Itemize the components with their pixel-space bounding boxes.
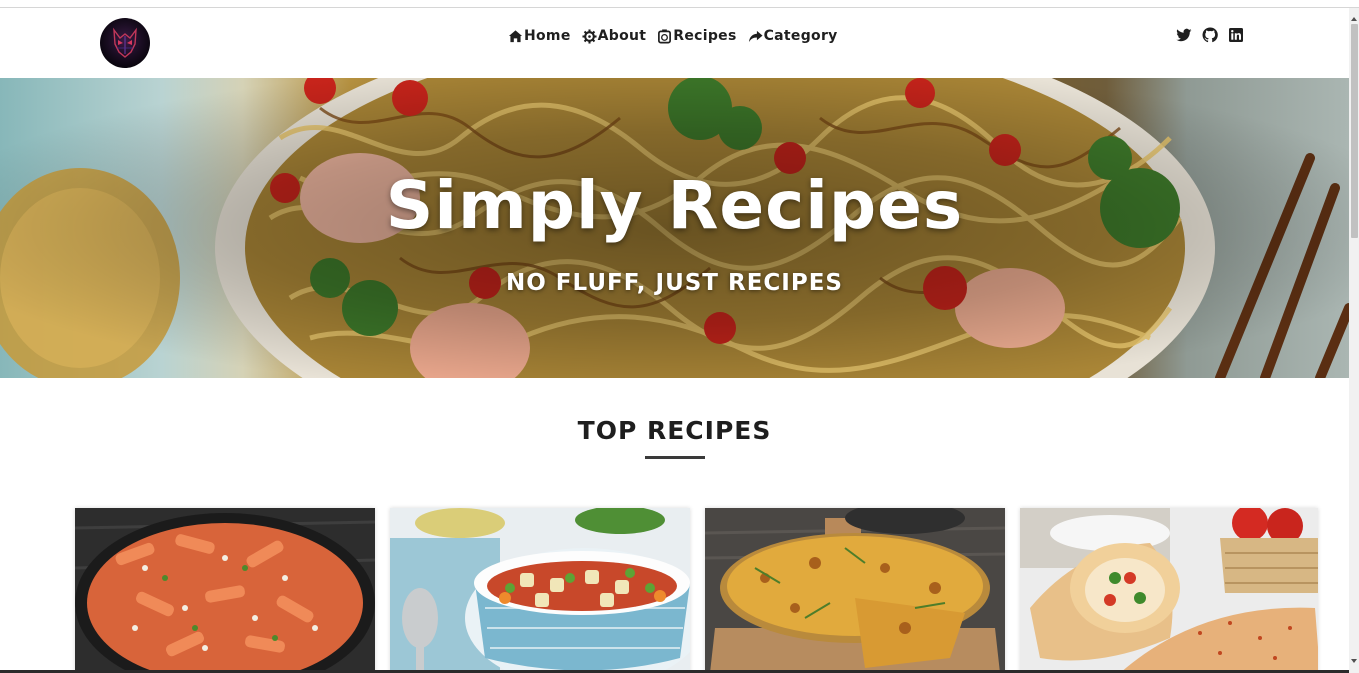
nav-home-label: Home xyxy=(524,28,571,44)
linkedin-icon xyxy=(1229,28,1243,42)
share-arrow-icon xyxy=(748,30,763,42)
linkedin-link[interactable] xyxy=(1228,27,1244,43)
vegetable-soup-image xyxy=(390,508,690,673)
scrollbar-thumb[interactable] xyxy=(1351,24,1358,238)
browser-top-edge xyxy=(0,0,1359,8)
scroll-down-arrow-icon[interactable] xyxy=(1349,656,1359,666)
recipe-card-soup[interactable] xyxy=(390,508,690,673)
top-recipes-heading: TOP RECIPES xyxy=(577,416,772,445)
wolf-logo-icon xyxy=(113,27,137,58)
hero-subtitle: NO FLUFF, JUST RECIPES xyxy=(506,270,843,296)
home-icon xyxy=(508,29,523,42)
recipe-card-frittata[interactable] xyxy=(705,508,1005,673)
frittata-image xyxy=(705,508,1005,673)
wrap-image xyxy=(1020,508,1318,673)
scroll-up-arrow-icon[interactable] xyxy=(1349,14,1359,24)
nav-recipes-label: Recipes xyxy=(673,28,737,44)
nav-home-link[interactable]: Home xyxy=(508,25,571,47)
main-nav: Home About Recipes Category xyxy=(508,25,838,47)
twitter-link[interactable] xyxy=(1176,27,1192,43)
nav-recipes-link[interactable]: Recipes xyxy=(657,25,736,47)
recipe-card-wrap[interactable] xyxy=(1020,508,1318,673)
twitter-icon xyxy=(1176,28,1192,42)
nav-category-link[interactable]: Category xyxy=(748,25,838,47)
navbar: Home About Recipes Category xyxy=(0,8,1349,78)
timer-icon xyxy=(658,28,672,43)
penne-pasta-image xyxy=(75,508,375,673)
site-logo[interactable] xyxy=(100,18,150,68)
hero-banner: Simply Recipes NO FLUFF, JUST RECIPES xyxy=(0,78,1349,378)
social-links xyxy=(1176,27,1244,43)
github-link[interactable] xyxy=(1202,27,1218,43)
nav-category-label: Category xyxy=(763,28,838,44)
recipe-card-penne[interactable] xyxy=(75,508,375,673)
heading-underline xyxy=(645,456,705,459)
gear-icon xyxy=(582,28,597,44)
nav-about-link[interactable]: About xyxy=(582,25,647,47)
github-icon xyxy=(1202,27,1218,43)
hero-title: Simply Recipes xyxy=(385,167,964,244)
nav-about-label: About xyxy=(597,28,647,44)
